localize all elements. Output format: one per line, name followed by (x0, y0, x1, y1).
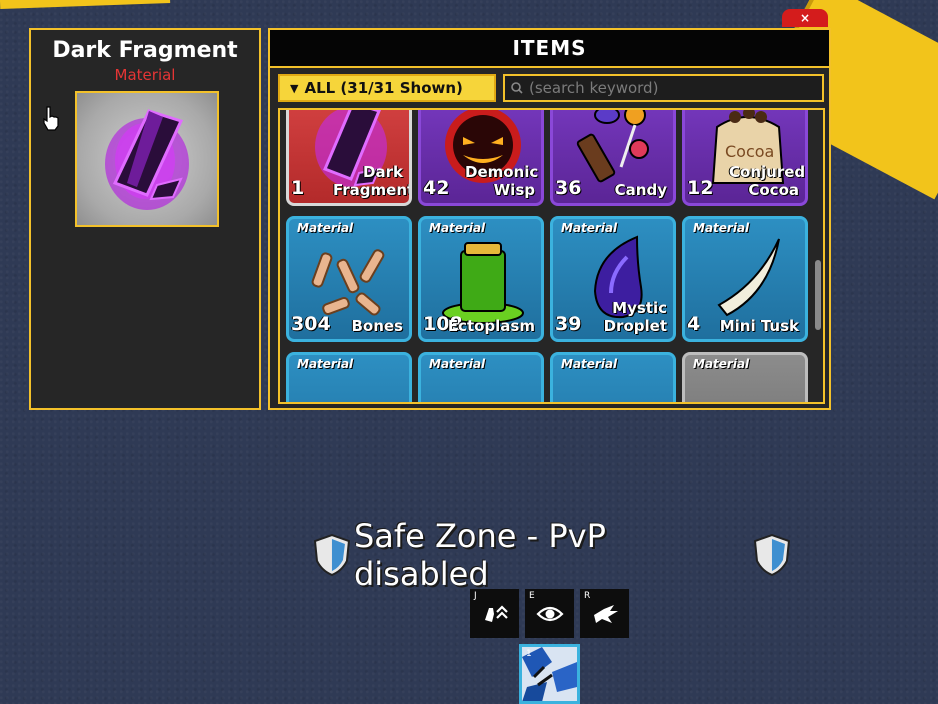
hotbar-slot-1[interactable]: 1 (519, 644, 580, 704)
item-category-label: Material (297, 357, 354, 371)
hotbar-key-label: 1 (526, 649, 532, 659)
item-category-label: Material (693, 221, 750, 235)
item-detail-panel: Dark Fragment Material (29, 28, 261, 410)
item-tile[interactable]: Material42Demonic Wisp (418, 110, 544, 206)
detail-item-name: Dark Fragment (52, 38, 238, 63)
item-name: Mystic Droplet (603, 299, 667, 335)
pointer-hand-icon (43, 106, 59, 131)
detail-item-image (75, 91, 219, 227)
shield-icon (754, 533, 791, 577)
mini-tusk-icon (717, 238, 780, 317)
item-tile[interactable]: Material (682, 352, 808, 404)
item-quantity: 1 (291, 177, 305, 199)
item-tile[interactable]: Material 108 Ectoplasm (418, 216, 544, 342)
item-category-label: Material (429, 221, 486, 235)
items-panel: ITEMS ▼ ALL (31/31 Shown) Material 1 Dark … (268, 28, 831, 410)
search-icon (511, 82, 523, 94)
item-tile[interactable]: Material (286, 352, 412, 404)
safe-zone-text: Safe Zone - PvP disabled (353, 517, 606, 593)
unknown-icon (699, 369, 795, 404)
unknown-icon (435, 369, 531, 404)
shield-icon (313, 533, 351, 577)
item-category-label: Material (429, 357, 486, 371)
search-input[interactable] (527, 78, 811, 98)
item-tile[interactable]: Material (550, 352, 676, 404)
item-name: Conjured Cocoa (729, 163, 806, 199)
dash-icon (593, 604, 618, 623)
unknown-icon (567, 369, 663, 404)
hotkey-label: E (529, 591, 535, 601)
item-tile[interactable]: CocoaMaterial12Conjured Cocoa (682, 110, 808, 206)
item-quantity: 12 (687, 177, 714, 199)
item-tile[interactable]: Material 39 Mystic Droplet (550, 216, 676, 342)
item-name: Ectoplasm (447, 317, 535, 335)
close-button[interactable]: × (782, 9, 828, 27)
item-tile[interactable]: Material 304 Bones (286, 216, 412, 342)
background-yellow-edge (0, 0, 171, 9)
dark-fragment-icon (105, 109, 189, 210)
item-quantity: 4 (687, 313, 701, 335)
hotkey-label: J (474, 591, 477, 601)
item-quantity: 42 (423, 177, 450, 199)
eye-icon (535, 606, 564, 621)
item-quantity: 304 (291, 313, 331, 335)
filter-dropdown[interactable]: ▼ ALL (31/31 Shown) (278, 74, 496, 102)
item-name: Demonic Wisp (465, 163, 539, 199)
filter-label: ALL (31/31 Shown) (304, 79, 463, 97)
item-tile[interactable]: Material1Dark Fragment (286, 110, 412, 206)
svg-text:Cocoa: Cocoa (725, 142, 774, 161)
unknown-icon (303, 369, 399, 404)
hotkey-label: R (584, 591, 591, 601)
safe-zone-banner: Safe Zone - PvP disabled (312, 517, 792, 593)
items-panel-title: ITEMS (270, 30, 829, 68)
item-quantity: 39 (555, 313, 582, 335)
item-tile[interactable]: Material36Candy (550, 110, 676, 206)
item-tile[interactable]: Material 4 Mini Tusk (682, 216, 808, 342)
ability-button-e[interactable]: E (525, 589, 574, 638)
detail-item-category: Material (114, 66, 176, 84)
item-quantity: 36 (555, 177, 582, 199)
ability-button-j[interactable]: J (470, 589, 519, 638)
item-category-label: Material (561, 357, 618, 371)
item-name: Candy (614, 181, 667, 199)
item-name: Bones (351, 317, 403, 335)
item-name: Dark Fragment (333, 163, 412, 199)
items-grid[interactable]: Material 1 Dark Fragment Material 42 Demonic … (278, 108, 825, 404)
item-category-label: Material (693, 357, 750, 371)
ability-button-r[interactable]: R (580, 589, 629, 638)
items-scrollbar[interactable] (815, 260, 821, 330)
search-box[interactable] (503, 74, 824, 102)
item-category-label: Material (561, 221, 618, 235)
stats-up-icon (484, 604, 508, 622)
item-name: Mini Tusk (719, 317, 799, 335)
caret-down-icon: ▼ (290, 81, 299, 95)
item-tile[interactable]: Material (418, 352, 544, 404)
item-category-label: Material (297, 221, 354, 235)
